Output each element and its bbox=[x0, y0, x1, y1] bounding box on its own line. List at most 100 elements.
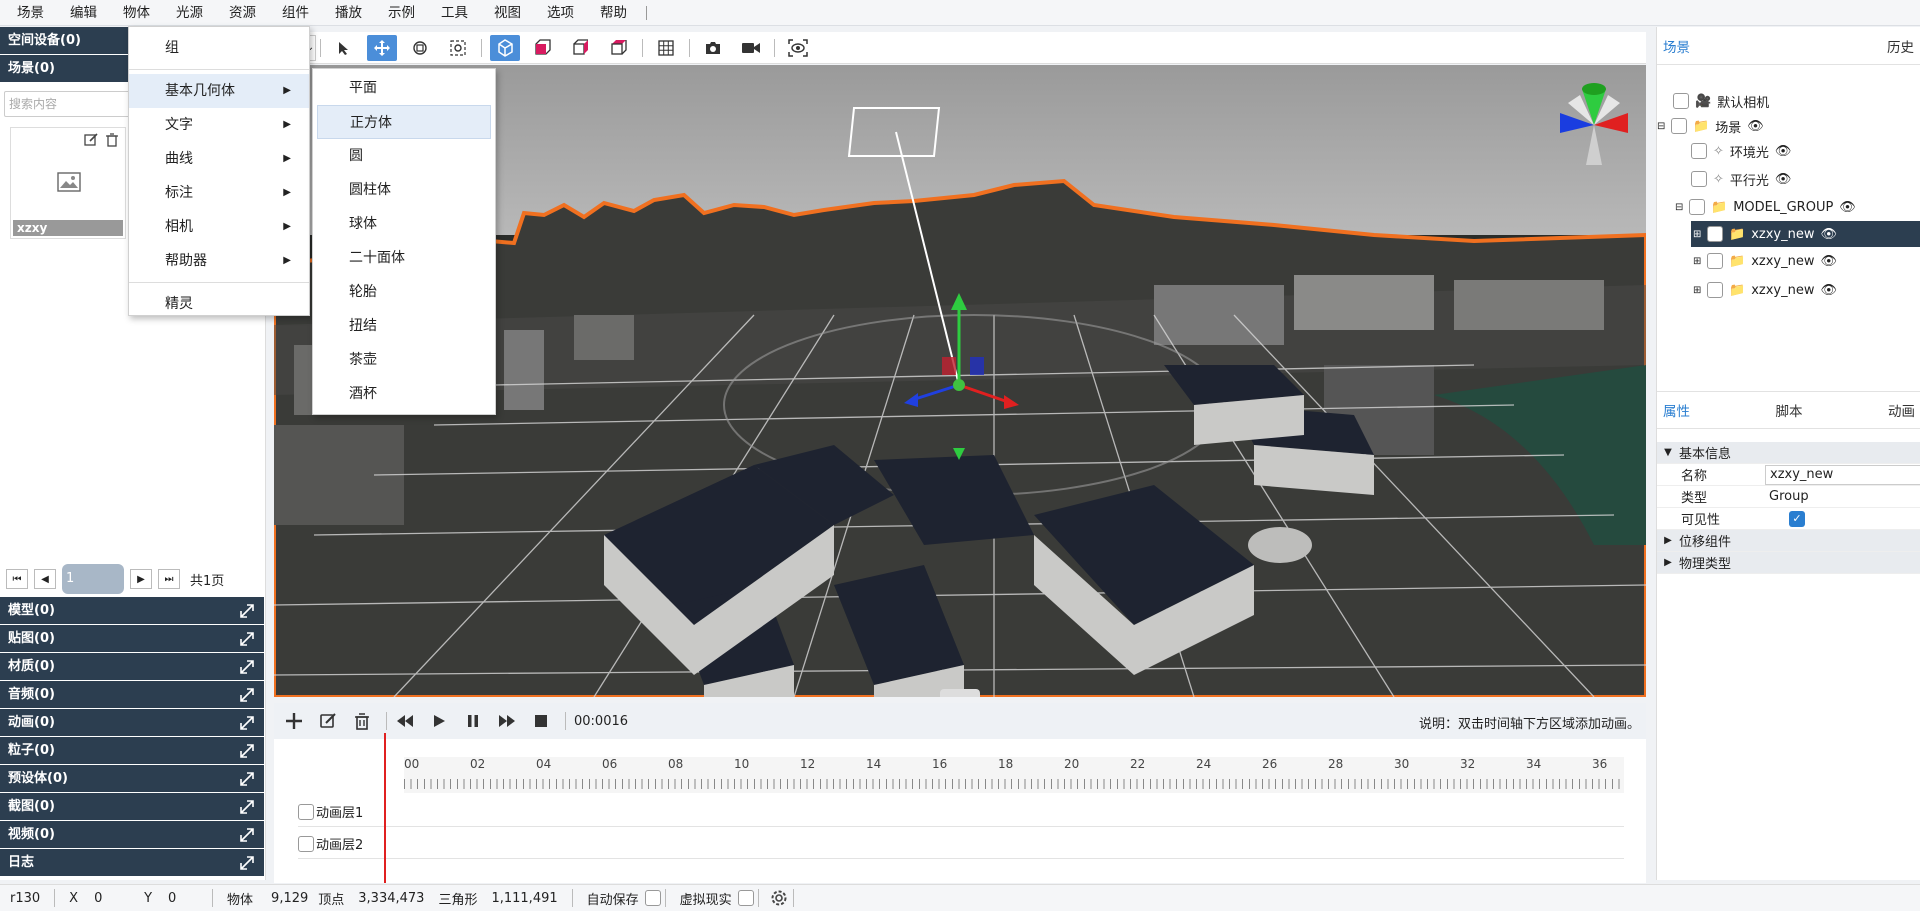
expand-icon[interactable]: ⊞ bbox=[1693, 256, 1707, 267]
view-top-button[interactable] bbox=[604, 35, 634, 61]
page-input[interactable]: 1 bbox=[62, 564, 124, 594]
menu-item-curve[interactable]: 曲线 ▶ bbox=[129, 142, 309, 176]
section-models[interactable]: 模型(0) bbox=[0, 597, 264, 625]
section-materials[interactable]: 材质(0) bbox=[0, 653, 264, 681]
eye-icon[interactable]: 👁 bbox=[1775, 144, 1792, 159]
tree-item-xzxy-new[interactable]: ⊞ 📁 xzxy_new 👁 bbox=[1693, 249, 1837, 273]
section-textures[interactable]: 贴图(0) bbox=[0, 625, 264, 653]
delete-animation-button[interactable] bbox=[348, 707, 376, 735]
rotate-tool-button[interactable] bbox=[405, 35, 435, 61]
add-animation-button[interactable] bbox=[280, 707, 308, 735]
layer-checkbox[interactable] bbox=[298, 835, 314, 852]
tree-checkbox[interactable] bbox=[1689, 199, 1705, 215]
pause-button[interactable] bbox=[459, 707, 487, 735]
tab-scene[interactable]: 场景 bbox=[1663, 36, 1690, 56]
section-videos[interactable]: 视频(0) bbox=[0, 821, 264, 849]
section-animations[interactable]: 动画(0) bbox=[0, 709, 264, 737]
tree-checkbox[interactable] bbox=[1707, 253, 1723, 269]
view-front-button[interactable] bbox=[528, 35, 558, 61]
section-log[interactable]: 日志 bbox=[0, 849, 264, 877]
menu-item-icosahedron[interactable]: 二十面体 bbox=[313, 241, 495, 275]
tree-item-default-camera[interactable]: 🎥 默认相机 bbox=[1673, 89, 1769, 113]
menu-help[interactable]: 帮助 bbox=[587, 0, 640, 26]
gear-icon[interactable] bbox=[769, 888, 789, 908]
tree-item-scene[interactable]: ⊟ 📁 场景 👁 bbox=[1657, 114, 1764, 138]
group-offset[interactable]: ▶ 位移组件 bbox=[1657, 530, 1920, 552]
animation-layer-row[interactable]: 动画层2 bbox=[298, 829, 1624, 859]
eye-icon[interactable]: 👁 bbox=[1747, 119, 1764, 134]
move-tool-button[interactable] bbox=[367, 34, 397, 61]
name-input[interactable]: xzxy_new bbox=[1765, 464, 1920, 485]
menu-item-box[interactable]: 正方体 bbox=[317, 105, 491, 139]
eye-icon[interactable]: 👁 bbox=[1775, 172, 1792, 187]
layer-checkbox[interactable] bbox=[298, 803, 314, 820]
record-button[interactable] bbox=[736, 35, 766, 61]
eye-icon[interactable]: 👁 bbox=[1839, 200, 1856, 215]
edit-icon[interactable] bbox=[83, 132, 99, 148]
menu-options[interactable]: 选项 bbox=[534, 0, 587, 26]
tree-checkbox[interactable] bbox=[1671, 118, 1687, 134]
expand-icon[interactable]: ⊞ bbox=[1693, 229, 1707, 240]
group-physics[interactable]: ▶ 物理类型 bbox=[1657, 552, 1920, 574]
autosave-checkbox[interactable] bbox=[644, 890, 661, 906]
collapse-icon[interactable]: ⊟ bbox=[1657, 121, 1671, 132]
menu-edit[interactable]: 编辑 bbox=[57, 0, 110, 26]
menu-play[interactable]: 播放 bbox=[322, 0, 375, 26]
tree-item-xzxy-new[interactable]: ⊞ 📁 xzxy_new 👁 bbox=[1693, 278, 1837, 302]
tab-properties[interactable]: 属性 bbox=[1663, 400, 1690, 420]
focus-button[interactable] bbox=[783, 35, 813, 61]
expand-icon[interactable] bbox=[238, 826, 256, 844]
menu-item-sprite[interactable]: 精灵 bbox=[129, 287, 309, 321]
expand-icon[interactable] bbox=[238, 798, 256, 816]
menu-item-torus[interactable]: 轮胎 bbox=[313, 275, 495, 309]
tab-animation[interactable]: 动画 bbox=[1888, 400, 1915, 420]
menu-tools[interactable]: 工具 bbox=[428, 0, 481, 26]
tree-checkbox[interactable] bbox=[1691, 143, 1707, 159]
menu-scene[interactable]: 场景 bbox=[4, 0, 57, 26]
tree-item-ambient-light[interactable]: ✧ 环境光 👁 bbox=[1691, 139, 1791, 163]
eye-icon[interactable]: 👁 bbox=[1820, 227, 1837, 242]
menu-item-group[interactable]: 组 bbox=[129, 31, 309, 65]
menu-item-cylinder[interactable]: 圆柱体 bbox=[313, 173, 495, 207]
prev-page-button[interactable]: ◀ bbox=[34, 569, 56, 589]
last-page-button[interactable]: ⏭ bbox=[158, 569, 180, 589]
stop-button[interactable] bbox=[527, 707, 555, 735]
menu-item-text[interactable]: 文字 ▶ bbox=[129, 108, 309, 142]
first-page-button[interactable]: ⏮ bbox=[6, 569, 28, 589]
play-button[interactable] bbox=[425, 707, 453, 735]
menu-resource[interactable]: 资源 bbox=[216, 0, 269, 26]
section-particles[interactable]: 粒子(0) bbox=[0, 737, 264, 765]
expand-icon[interactable] bbox=[238, 854, 256, 872]
view-side-button[interactable] bbox=[566, 35, 596, 61]
tab-history[interactable]: 历史 bbox=[1887, 36, 1914, 56]
visible-checkbox[interactable]: ✓ bbox=[1789, 510, 1805, 527]
expand-icon[interactable] bbox=[238, 770, 256, 788]
view-cube-button[interactable] bbox=[490, 34, 520, 61]
expand-icon[interactable] bbox=[238, 630, 256, 648]
collapse-icon[interactable]: ⊟ bbox=[1675, 202, 1689, 213]
menu-item-helper[interactable]: 帮助器 ▶ bbox=[129, 244, 309, 278]
playhead[interactable] bbox=[384, 733, 386, 883]
screenshot-button[interactable] bbox=[698, 35, 728, 61]
collapse-handle[interactable] bbox=[940, 689, 980, 697]
expand-icon[interactable] bbox=[238, 714, 256, 732]
edit-animation-button[interactable] bbox=[314, 707, 342, 735]
next-page-button[interactable]: ▶ bbox=[130, 569, 152, 589]
menu-component[interactable]: 组件 bbox=[269, 0, 322, 26]
tree-item-directional-light[interactable]: ✧ 平行光 👁 bbox=[1691, 167, 1791, 191]
menu-examples[interactable]: 示例 bbox=[375, 0, 428, 26]
expand-icon[interactable]: ⊞ bbox=[1693, 285, 1707, 296]
menu-item-sphere[interactable]: 球体 bbox=[313, 207, 495, 241]
tab-script[interactable]: 脚本 bbox=[1776, 400, 1803, 420]
delete-icon[interactable] bbox=[105, 132, 119, 148]
rewind-button[interactable] bbox=[391, 707, 419, 735]
eye-icon[interactable]: 👁 bbox=[1820, 283, 1837, 298]
tree-item-xzxy-new-selected[interactable]: ⊞ 📁 xzxy_new 👁 bbox=[1691, 221, 1920, 247]
fast-forward-button[interactable] bbox=[493, 707, 521, 735]
menu-item-circle[interactable]: 圆 bbox=[313, 139, 495, 173]
menu-view[interactable]: 视图 bbox=[481, 0, 534, 26]
section-prefabs[interactable]: 预设体(0) bbox=[0, 765, 264, 793]
menu-item-annotation[interactable]: 标注 ▶ bbox=[129, 176, 309, 210]
section-audio[interactable]: 音频(0) bbox=[0, 681, 264, 709]
eye-icon[interactable]: 👁 bbox=[1820, 254, 1837, 269]
